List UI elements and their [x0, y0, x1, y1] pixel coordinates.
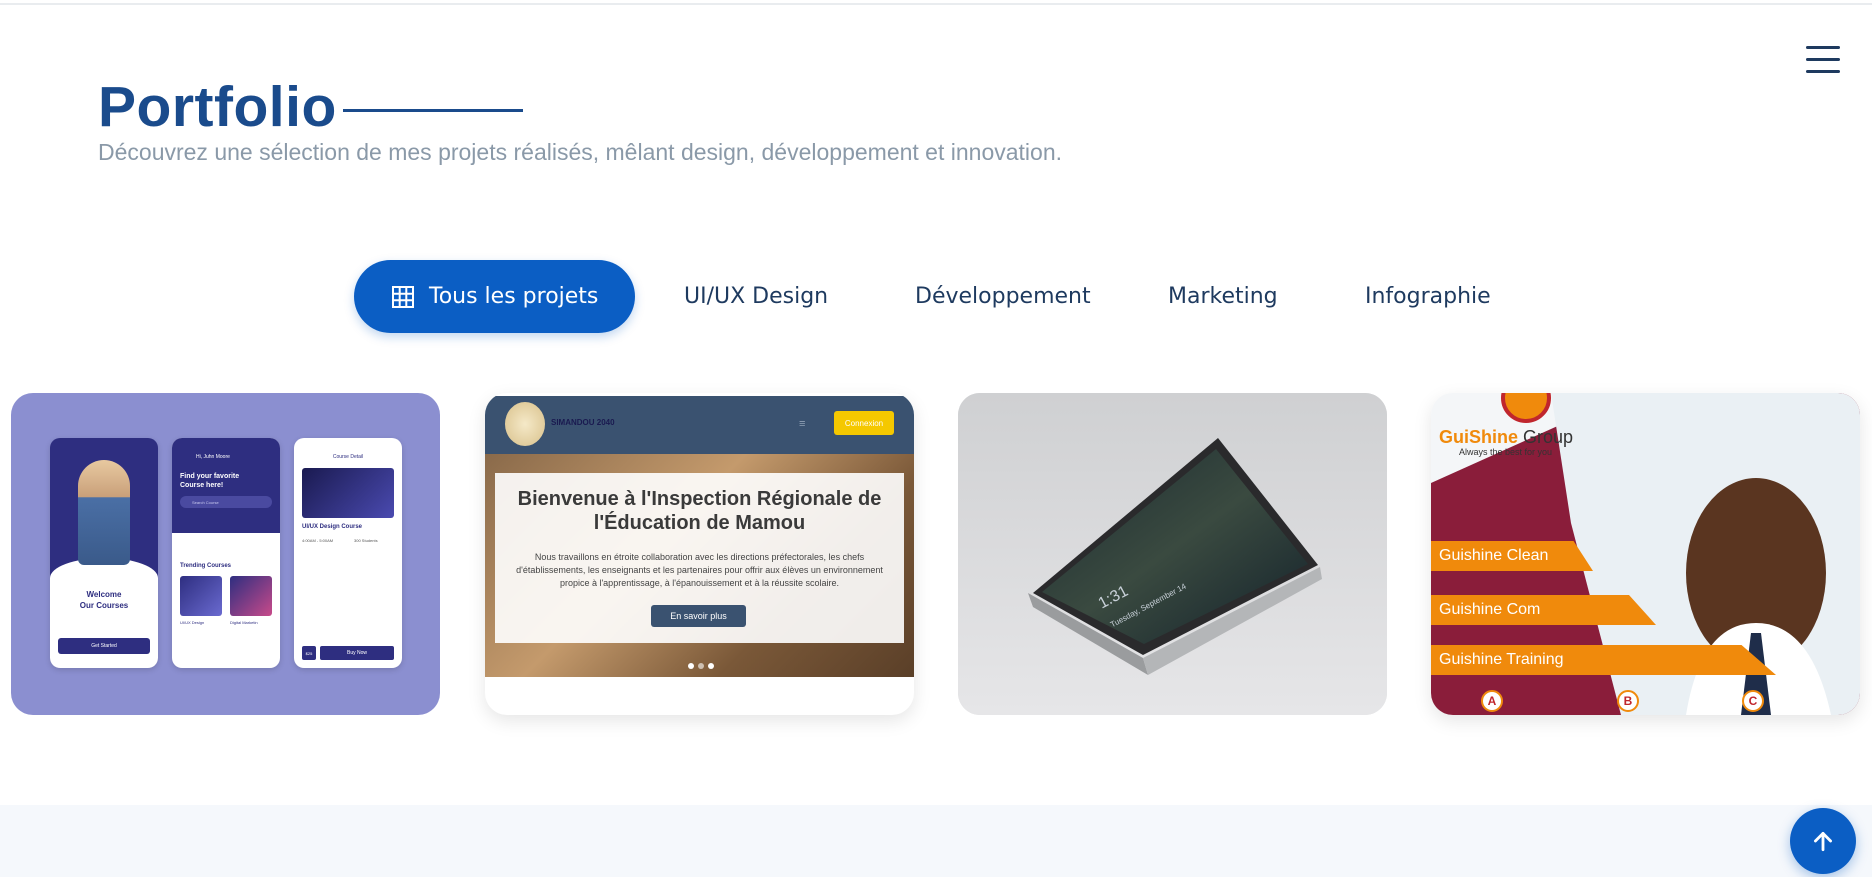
- course-title: UI/UX Design Course: [302, 524, 363, 530]
- course-students: 300 Students: [354, 538, 378, 543]
- en-savoir-plus-button: En savoir plus: [651, 605, 746, 627]
- service-clean: Guishine Clean: [1431, 541, 1593, 571]
- arrow-up-icon: [1814, 832, 1832, 852]
- filter-tab-label: Tous les projets: [429, 284, 599, 309]
- filter-tab-infographie[interactable]: Infographie: [1365, 260, 1491, 333]
- phone-mockup-course-detail: Course Detail UI/UX Design Course 4:00AM…: [294, 438, 402, 668]
- title-underline: [343, 109, 523, 112]
- hamburger-icon: [1806, 46, 1840, 49]
- welcome-text: Welcome: [86, 590, 122, 599]
- greeting-text: Hi, Juhn Moore: [196, 454, 230, 460]
- simandou-logo: SIMANDOU 2040: [551, 418, 615, 427]
- hero-description: Nous travaillons en étroite collaboratio…: [516, 552, 883, 588]
- slider-dot: [708, 663, 714, 669]
- phone-mockup-welcome: Welcome Our Courses Get Started: [50, 438, 158, 668]
- filter-tab-all[interactable]: Tous les projets: [354, 260, 636, 333]
- headline-text: Find your favorite Course here!: [180, 473, 240, 489]
- project-card-course-app[interactable]: Welcome Our Courses Get Started Hi, Juhn…: [11, 393, 440, 715]
- service-com: Guishine Com: [1431, 595, 1656, 625]
- search-field: Search Course: [180, 496, 272, 508]
- filter-tab-development[interactable]: Développement: [915, 260, 1091, 333]
- trending-text: Trending Courses: [180, 563, 232, 569]
- marker-c: C: [1742, 690, 1764, 712]
- grid-icon: [392, 285, 414, 308]
- marker-b: B: [1617, 690, 1639, 712]
- slider-dot: [698, 663, 704, 669]
- filter-tab-marketing[interactable]: Marketing: [1168, 260, 1278, 333]
- project-card-laptop[interactable]: 1:31 Tuesday, September 14: [958, 393, 1387, 715]
- course-image: [302, 468, 394, 518]
- coat-of-arms-logo: [505, 402, 545, 446]
- project-card-guishine[interactable]: GuiShine Group Always the best for you G…: [1431, 393, 1860, 715]
- slider-dot: [688, 663, 694, 669]
- page-subtitle: Découvrez une sélection de mes projets r…: [98, 139, 1063, 165]
- hamburger-icon-bar: [1806, 70, 1840, 73]
- brand-name: GuiShine Group: [1439, 427, 1574, 447]
- laptop-photo: [958, 393, 1387, 715]
- get-started-button: Get Started: [58, 638, 150, 654]
- phone-mockup-home: Hi, Juhn Moore Find your favorite Course…: [172, 438, 280, 668]
- top-border: [0, 0, 1872, 5]
- brand-tagline: Always the best for you: [1459, 447, 1553, 457]
- course2-label: Digital Marketin: [230, 620, 258, 625]
- course1-label: UI/UX Design: [180, 620, 205, 625]
- hamburger-icon-bar: [1806, 58, 1840, 61]
- buy-now-button: Buy Now: [320, 646, 394, 660]
- student-photo: [78, 460, 130, 565]
- project-card-education-site[interactable]: SIMANDOU 2040 ≡ Connexion Bienvenue à l'…: [485, 393, 914, 715]
- course-thumb-2: [230, 576, 272, 616]
- courses-text: Our Courses: [79, 601, 129, 610]
- price-label: $25: [302, 646, 316, 660]
- service-training: Guishine Training: [1431, 645, 1776, 675]
- marker-a: A: [1481, 690, 1503, 712]
- filter-tabs: Tous les projets UI/UX Design Développem…: [354, 260, 1554, 333]
- connexion-button: Connexion: [834, 411, 894, 435]
- back-to-top-button[interactable]: [1790, 808, 1856, 874]
- detail-header: Course Detail: [332, 454, 364, 460]
- hamburger-menu-button[interactable]: [1806, 44, 1842, 74]
- filter-tab-uiux[interactable]: UI/UX Design: [684, 260, 828, 333]
- course-time: 4:00AM - 5:00AM: [302, 538, 334, 543]
- next-section-band: [0, 805, 1872, 877]
- site-header: SIMANDOU 2040 ≡ Connexion: [485, 396, 914, 454]
- course-thumb-1: [180, 576, 222, 616]
- page-title: Portfolio: [98, 75, 337, 139]
- hero-title: Bienvenue à l'Inspection Régionale de l'…: [517, 488, 882, 534]
- site-menu-icon: ≡: [799, 418, 806, 430]
